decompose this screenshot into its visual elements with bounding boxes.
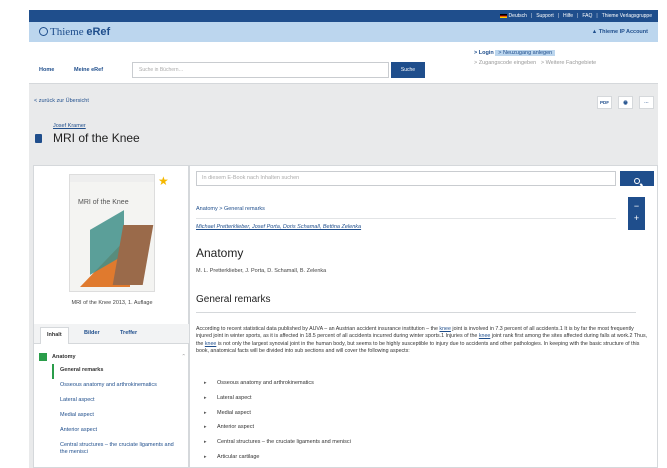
- body-paragraph: According to recent statistical data pub…: [196, 326, 648, 354]
- page-title: MRI of the Knee: [53, 131, 140, 145]
- list-item: Osseous anatomy and arthrokinematics: [204, 380, 644, 395]
- glossary-link[interactable]: knee: [479, 333, 491, 339]
- table-of-contents: Anatomy ⌃ General remarks Osseous anatom…: [34, 350, 190, 458]
- tab-inhalt[interactable]: Inhalt: [40, 327, 69, 344]
- pdf-button[interactable]: PDF: [597, 96, 612, 109]
- favorite-star-icon[interactable]: ★: [158, 174, 169, 188]
- faq-link[interactable]: FAQ: [582, 13, 592, 19]
- help-link[interactable]: Hilfe: [563, 13, 573, 19]
- access-code-link[interactable]: > Zugangscode eingeben: [474, 60, 536, 66]
- site-header: Thieme eRef ▲ Thieme IP Account: [29, 22, 658, 42]
- publisher-link[interactable]: Thieme Verlagsgruppe: [602, 13, 652, 19]
- book-sidebar: MRI of the Knee ★ MRI of the Knee 2013, …: [33, 165, 190, 468]
- thieme-logo-icon: [39, 27, 48, 36]
- site-search-input[interactable]: Suche in Büchern…: [132, 62, 389, 78]
- main-nav: Home Meine eRef Suche in Büchern… Suche …: [29, 42, 658, 84]
- sidebar-tabs: Inhalt Bilder Treffer: [34, 324, 190, 344]
- ebook-search-button[interactable]: [620, 171, 654, 186]
- toc-item[interactable]: General remarks: [34, 364, 190, 379]
- more-button[interactable]: ···: [639, 96, 654, 109]
- author-link[interactable]: Josef Kramer: [53, 123, 86, 129]
- chapter-byline: M. L. Pretterklieber, J. Porta, D. Scham…: [196, 268, 327, 274]
- toc-item[interactable]: Medial aspect: [34, 409, 190, 424]
- breadcrumb[interactable]: Anatomy > General remarks: [196, 206, 265, 212]
- more-subjects-link[interactable]: > Weitere Fachgebiete: [541, 60, 596, 66]
- support-link[interactable]: Support: [536, 13, 554, 19]
- toc-item[interactable]: Lateral aspect: [34, 394, 190, 409]
- glossary-link[interactable]: knee: [439, 326, 451, 332]
- flag-de-icon: [499, 13, 507, 18]
- toc-chapter[interactable]: Anatomy ⌃: [34, 350, 190, 364]
- zoom-in-icon[interactable]: +: [628, 212, 645, 224]
- utility-bar: Deutsch | Support | Hilfe | FAQ | Thieme…: [29, 10, 658, 22]
- chapter-authors[interactable]: Michael Pretterklieber, Josef Porta, Dor…: [196, 224, 361, 230]
- section-title: General remarks: [196, 294, 271, 305]
- site-logo[interactable]: Thieme eRef: [39, 26, 110, 38]
- search-icon: [634, 178, 640, 184]
- content-panel: In diesem E-Book nach Inhalten suchen − …: [189, 165, 658, 468]
- list-item: Anterior aspect: [204, 424, 644, 439]
- toc-item[interactable]: Central structures – the cruciate ligame…: [34, 439, 190, 458]
- site-search-button[interactable]: Suche: [391, 62, 425, 78]
- account-link[interactable]: ▲ Thieme IP Account: [592, 29, 648, 35]
- tab-treffer[interactable]: Treffer: [120, 330, 137, 336]
- chapter-title: Anatomy: [196, 246, 244, 260]
- login-box: > Login > Neuzugang anlegen > Zugangscod…: [474, 48, 596, 68]
- login-link[interactable]: > Login: [474, 50, 494, 56]
- print-button[interactable]: 🖶: [618, 96, 633, 109]
- nav-my-eref[interactable]: Meine eRef: [74, 67, 103, 73]
- language-link[interactable]: Deutsch: [499, 13, 527, 19]
- book-icon: [35, 134, 42, 143]
- nav-home[interactable]: Home: [39, 67, 54, 73]
- list-item: Central structures – the cruciate ligame…: [204, 439, 644, 454]
- book-cover[interactable]: MRI of the Knee: [69, 174, 155, 292]
- toc-item[interactable]: Anterior aspect: [34, 424, 190, 439]
- collapse-icon[interactable]: [39, 353, 47, 361]
- browser-frame: Deutsch | Support | Hilfe | FAQ | Thieme…: [29, 10, 658, 468]
- cover-title: MRI of the Knee: [78, 199, 129, 206]
- glossary-link[interactable]: knee: [205, 341, 217, 347]
- list-item: Articular cartilage: [204, 454, 644, 467]
- toc-item[interactable]: Osseous anatomy and arthrokinematics: [34, 379, 190, 394]
- register-link[interactable]: > Neuzugang anlegen: [495, 50, 556, 56]
- zoom-out-icon[interactable]: −: [628, 200, 645, 212]
- list-item: Lateral aspect: [204, 395, 644, 410]
- back-link[interactable]: < zurück zur Übersicht: [34, 98, 89, 104]
- tab-bilder[interactable]: Bilder: [84, 330, 100, 336]
- zoom-control: − +: [628, 197, 645, 230]
- chevron-up-icon: ⌃: [181, 354, 186, 360]
- list-item: Medial aspect: [204, 410, 644, 425]
- edition-label: MRI of the Knee 2013, 1. Auflage: [71, 300, 153, 306]
- aspects-list: Osseous anatomy and arthrokinematics Lat…: [204, 380, 644, 467]
- ebook-search-input[interactable]: In diesem E-Book nach Inhalten suchen: [196, 171, 616, 186]
